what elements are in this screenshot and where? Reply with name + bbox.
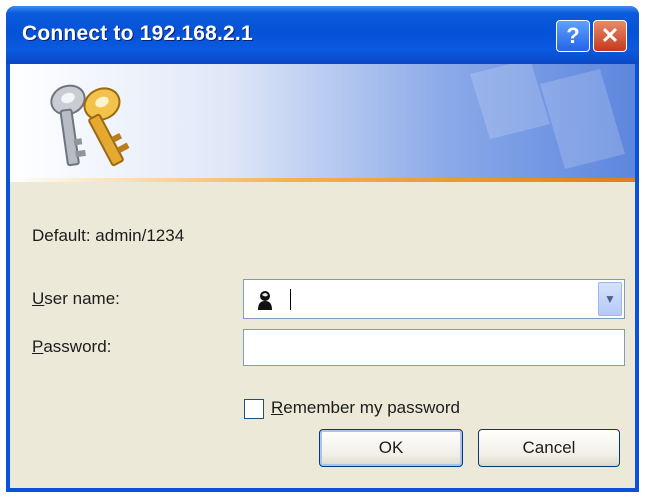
password-label-rest: assword:: [43, 337, 112, 356]
chevron-down-icon: ▼: [604, 292, 616, 306]
password-label-accel: P: [32, 337, 44, 356]
close-icon: ✕: [600, 23, 620, 48]
keys-icon: [50, 84, 130, 167]
close-button[interactable]: ✕: [593, 20, 627, 52]
ok-button[interactable]: OK: [319, 429, 463, 467]
remember-password-checkbox[interactable]: [244, 399, 264, 419]
remember-password-label[interactable]: Remember my password: [271, 398, 460, 418]
password-field[interactable]: [243, 329, 625, 366]
default-credentials-hint: Default: admin/1234: [32, 226, 185, 245]
username-label-rest: ser name:: [44, 289, 120, 308]
text-cursor: [290, 289, 291, 310]
remember-label-accel: R: [271, 398, 284, 417]
banner-divider: [10, 178, 635, 182]
user-icon: [254, 289, 276, 311]
cancel-button-label: Cancel: [522, 438, 576, 457]
cancel-button[interactable]: Cancel: [478, 429, 620, 467]
keys-watermark-icon: [470, 64, 625, 169]
help-icon: ?: [566, 23, 580, 48]
banner: [10, 64, 635, 180]
title-bar[interactable]: Connect to 192.168.2.1 ? ✕: [6, 6, 639, 64]
username-label: User name:: [32, 289, 120, 309]
username-label-accel: U: [32, 289, 45, 308]
dialog-body: Default: admin/1234 User name: ▼ Passwor…: [10, 64, 635, 488]
password-label: Password:: [32, 337, 111, 357]
username-dropdown-button[interactable]: ▼: [598, 282, 622, 316]
username-combobox[interactable]: ▼: [243, 279, 625, 319]
help-button[interactable]: ?: [556, 20, 590, 52]
ok-button-label: OK: [378, 438, 404, 457]
remember-label-rest: emember my password: [283, 398, 460, 417]
dialog-title: Connect to 192.168.2.1: [22, 22, 253, 45]
login-dialog: Connect to 192.168.2.1 ? ✕ Default: admi…: [6, 6, 639, 492]
